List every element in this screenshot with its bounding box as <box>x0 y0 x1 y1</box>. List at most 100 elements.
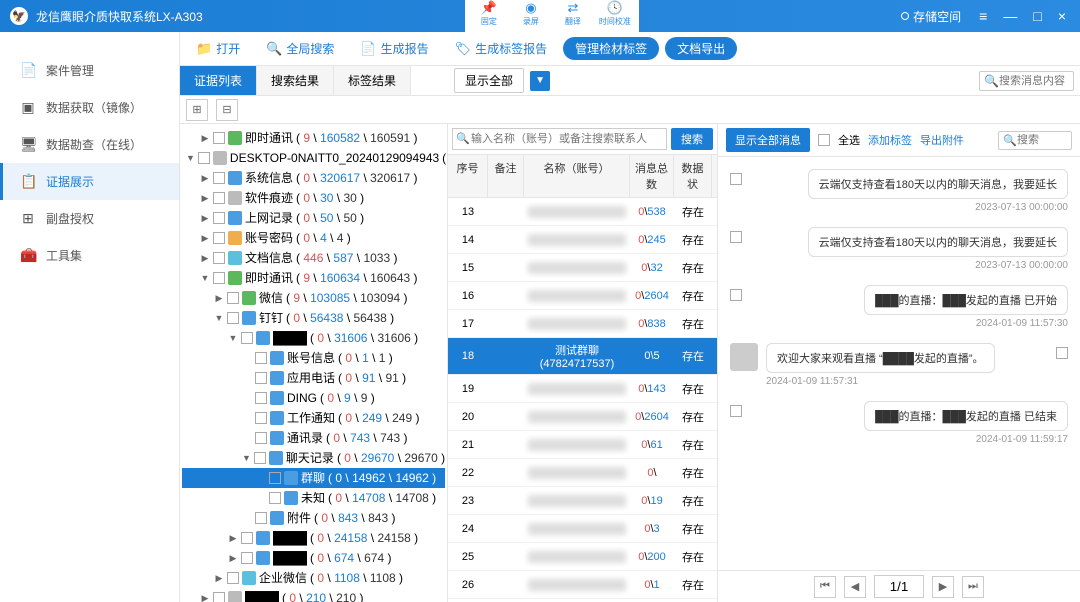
result-tab[interactable]: 证据列表 <box>180 66 257 95</box>
tree-node[interactable]: ▼聊天记录( 0 \ 29670 \ 29670 ) <box>182 448 445 468</box>
table-header-cell[interactable]: 序号 <box>448 155 488 197</box>
select-all-checkbox[interactable] <box>818 134 830 146</box>
tree-node[interactable]: ▼即时通讯( 9 \ 160634 \ 160643 ) <box>182 268 445 288</box>
tree-node[interactable]: ▶上网记录( 0 \ 50 \ 50 ) <box>182 208 445 228</box>
evidence-tree[interactable]: ▶即时通讯( 9 \ 160582 \ 160591 )▼DESKTOP-0NA… <box>180 124 448 602</box>
contact-row[interactable]: 250\200存在 <box>448 543 717 571</box>
toolbar-chip[interactable]: 管理检材标签 <box>563 37 659 60</box>
message-checkbox[interactable] <box>730 231 742 243</box>
contact-row[interactable]: 150\32存在 <box>448 254 717 282</box>
toolbar-button[interactable]: 🏷生成标签报告 <box>445 36 558 61</box>
contact-row[interactable]: 160\2604存在 <box>448 282 717 310</box>
tree-node[interactable]: ▼DESKTOP-0NAITT0_20240129094943( 455 \ <box>182 148 445 168</box>
chat-message[interactable]: 云端仅支持查看180天以内的聊天消息，我要延长2023-07-13 00:00:… <box>730 227 1068 271</box>
show-all-filter[interactable]: 显示全部 <box>454 68 524 93</box>
pager-last-icon[interactable]: ⏭ <box>962 576 984 598</box>
chat-message[interactable]: 欢迎大家来观看直播 “████发起的直播”。2024-01-09 11:57:3… <box>730 343 1068 387</box>
content-search[interactable]: 🔍 <box>979 71 1074 91</box>
message-checkbox[interactable] <box>730 405 742 417</box>
sidebar-item[interactable]: ⊞副盘授权 <box>0 200 179 237</box>
storage-indicator[interactable]: 存储空间 <box>901 8 961 25</box>
collapse-tree-icon[interactable]: ⊟ <box>216 99 238 121</box>
content-search-input[interactable] <box>999 75 1069 87</box>
contact-row[interactable]: 190\143存在 <box>448 375 717 403</box>
tree-node[interactable]: ▶████( 0 \ 674 \ 674 ) <box>182 548 445 568</box>
contact-row[interactable]: 18测试群聊 (47824717537)0\5存在 <box>448 338 717 375</box>
menu-icon[interactable]: ≡ <box>975 8 991 24</box>
pager-next-icon[interactable]: ▶ <box>932 576 954 598</box>
sidebar-item[interactable]: ▣数据获取（镜像） <box>0 89 179 126</box>
message-search-input[interactable] <box>1017 134 1067 146</box>
titlebar-tool[interactable]: ⇄翻译 <box>553 0 593 30</box>
table-header-cell[interactable]: 备注 <box>488 155 524 197</box>
expand-tree-icon[interactable]: ⊞ <box>186 99 208 121</box>
toolbar-button[interactable]: 📄生成报告 <box>350 36 438 61</box>
contact-row[interactable]: 210\61存在 <box>448 431 717 459</box>
tree-node[interactable]: ▼钉钉( 0 \ 56438 \ 56438 ) <box>182 308 445 328</box>
tree-node[interactable]: ▶账号密码( 0 \ 4 \ 4 ) <box>182 228 445 248</box>
toolbar-button[interactable]: 🔍全局搜索 <box>256 36 344 61</box>
tree-node[interactable]: ▶████( 0 \ 24158 \ 24158 ) <box>182 528 445 548</box>
contact-search-input[interactable] <box>452 128 667 150</box>
tree-node[interactable]: 未知( 0 \ 14708 \ 14708 ) <box>182 488 445 508</box>
tree-node[interactable]: ▶企业微信( 0 \ 1108 \ 1108 ) <box>182 568 445 588</box>
contact-row[interactable]: 220\存在 <box>448 459 717 487</box>
export-attachment-link[interactable]: 导出附件 <box>920 132 964 148</box>
titlebar-tool[interactable]: 📌固定 <box>469 0 509 30</box>
tree-node[interactable]: 通讯录( 0 \ 743 \ 743 ) <box>182 428 445 448</box>
tree-node[interactable]: ▶系统信息( 0 \ 320617 \ 320617 ) <box>182 168 445 188</box>
contact-row[interactable]: 240\3存在 <box>448 515 717 543</box>
tree-node[interactable]: ▼████( 0 \ 31606 \ 31606 ) <box>182 328 445 348</box>
titlebar-tool[interactable]: 🕓时间校准 <box>595 0 635 30</box>
message-checkbox[interactable] <box>730 173 742 185</box>
result-tab[interactable]: 标签结果 <box>334 66 411 95</box>
maximize-icon[interactable]: □ <box>1029 8 1045 24</box>
show-all-messages-button[interactable]: 显示全部消息 <box>726 128 810 152</box>
tree-node[interactable]: ▶即时通讯( 9 \ 160582 \ 160591 ) <box>182 128 445 148</box>
chat-message[interactable]: ███的直播：███发起的直播 已结束2024-01-09 11:59:17 <box>730 401 1068 445</box>
toolbar-button[interactable]: 📁打开 <box>186 36 250 61</box>
pager-prev-icon[interactable]: ◀ <box>844 576 866 598</box>
tree-node[interactable]: ▶文档信息( 446 \ 587 \ 1033 ) <box>182 248 445 268</box>
search-button[interactable]: 搜索 <box>671 128 713 150</box>
tree-node[interactable]: ▶软件痕迹( 0 \ 30 \ 30 ) <box>182 188 445 208</box>
sidebar-item[interactable]: 🖥数据勘查（在线） <box>0 126 179 163</box>
tree-node[interactable]: 附件( 0 \ 843 \ 843 ) <box>182 508 445 528</box>
message-search[interactable]: 🔍 <box>998 131 1072 150</box>
sidebar-item[interactable]: 🧰工具集 <box>0 237 179 274</box>
contact-row[interactable]: 140\245存在 <box>448 226 717 254</box>
message-list[interactable]: 云端仅支持查看180天以内的聊天消息，我要延长2023-07-13 00:00:… <box>718 157 1080 570</box>
toolbar-chip[interactable]: 文档导出 <box>665 37 737 60</box>
contact-row[interactable]: 170\838存在 <box>448 310 717 338</box>
message-checkbox[interactable] <box>730 289 742 301</box>
sidebar-item[interactable]: 📄案件管理 <box>0 52 179 89</box>
tree-node[interactable]: 群聊( 0 \ 14962 \ 14962 ) <box>182 468 445 488</box>
chat-message[interactable]: 云端仅支持查看180天以内的聊天消息，我要延长2023-07-13 00:00:… <box>730 169 1068 213</box>
filter-dropdown-icon[interactable]: ▼ <box>530 71 550 91</box>
sidebar-item[interactable]: 📋证据展示 <box>0 163 179 200</box>
tree-node[interactable]: ▶████( 0 \ 210 \ 210 ) <box>182 588 445 602</box>
contact-row[interactable]: 230\19存在 <box>448 487 717 515</box>
tree-node[interactable]: DING( 0 \ 9 \ 9 ) <box>182 388 445 408</box>
minimize-icon[interactable]: — <box>999 8 1021 24</box>
add-tag-link[interactable]: 添加标签 <box>868 132 912 148</box>
contact-row[interactable]: 130\538存在 <box>448 198 717 226</box>
pager-input[interactable] <box>874 575 924 598</box>
app-title: 龙信鹰眼介质快取系统LX-A303 <box>36 8 203 25</box>
close-icon[interactable]: × <box>1054 8 1070 24</box>
table-header-cell[interactable]: 消息总数 <box>630 155 674 197</box>
tree-node[interactable]: 应用电话( 0 \ 91 \ 91 ) <box>182 368 445 388</box>
result-tab[interactable]: 搜索结果 <box>257 66 334 95</box>
tree-node[interactable]: 账号信息( 0 \ 1 \ 1 ) <box>182 348 445 368</box>
contact-table-body[interactable]: 130\538存在140\245存在150\32存在160\2604存在170\… <box>448 198 717 602</box>
chat-message[interactable]: ███的直播：███发起的直播 已开始2024-01-09 11:57:30 <box>730 285 1068 329</box>
pager-first-icon[interactable]: ⏮ <box>814 576 836 598</box>
message-checkbox[interactable] <box>1056 347 1068 359</box>
tree-node[interactable]: 工作通知( 0 \ 249 \ 249 ) <box>182 408 445 428</box>
contact-row[interactable]: 200\2604存在 <box>448 403 717 431</box>
table-header-cell[interactable]: 名称（账号） <box>524 155 630 197</box>
table-header-cell[interactable]: 数据状 <box>674 155 712 197</box>
titlebar-tool[interactable]: ◉录屏 <box>511 0 551 30</box>
contact-row[interactable]: 260\1存在 <box>448 571 717 599</box>
tree-node[interactable]: ▶微信( 9 \ 103085 \ 103094 ) <box>182 288 445 308</box>
